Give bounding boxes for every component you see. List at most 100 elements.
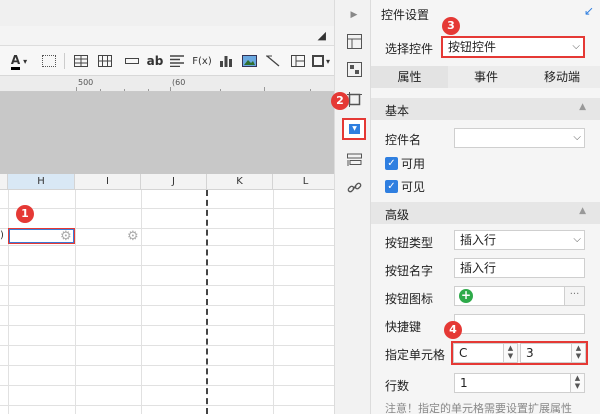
ruler-tick: [100, 89, 101, 91]
button-icon-picker[interactable]: + ···: [454, 286, 585, 306]
control-name-label: 控件名: [385, 133, 422, 147]
step-badge-1: 1: [16, 205, 34, 223]
tab-mobile[interactable]: 移动端: [524, 66, 600, 88]
align-left-icon[interactable]: [168, 51, 186, 71]
button-type-select[interactable]: 插入行 ⌵: [454, 230, 585, 250]
ruler-tick: [170, 87, 171, 91]
chevron-down-icon: ⌵: [572, 41, 580, 52]
bar-chart-icon[interactable]: [217, 51, 235, 71]
collapse-toolbar-icon[interactable]: ◢: [318, 29, 326, 42]
font-color-button[interactable]: A ▾: [6, 51, 32, 71]
spreadsheet-grid[interactable]: H I J K L ) ⚙ ⚙: [0, 174, 334, 414]
cell-overflow-glyph: ): [0, 230, 4, 241]
slash-line-icon[interactable]: [264, 51, 282, 71]
section-basic[interactable]: 基本 ▲: [371, 98, 600, 120]
widget-gear-icon[interactable]: ⚙: [60, 229, 72, 244]
column-header-j[interactable]: J: [141, 174, 207, 190]
button-icon-label: 按钮图标: [385, 292, 434, 306]
column-gridline: [8, 190, 9, 414]
textfield-icon[interactable]: [123, 51, 141, 71]
control-settings-tab[interactable]: ▼: [342, 118, 366, 140]
row-gridline: [0, 265, 334, 266]
target-cell-label: 指定单元格: [385, 348, 446, 362]
target-row-input[interactable]: 3 ▲ ▼: [520, 343, 586, 363]
more-options-button[interactable]: ···: [564, 287, 584, 305]
ruler-mark: (60: [172, 78, 186, 87]
button-name-label: 按钮名字: [385, 264, 434, 278]
canvas-background: [0, 92, 334, 174]
step-badge-2: 2: [331, 92, 349, 110]
grid-icon[interactable]: [96, 51, 114, 71]
column-header-h[interactable]: H: [8, 174, 75, 190]
section-advanced-label: 高级: [385, 208, 410, 222]
tab-properties[interactable]: 属性: [371, 66, 448, 88]
visible-checkbox[interactable]: ✓ 可见: [385, 178, 425, 195]
dropdown-control-icon: ▼: [349, 124, 360, 134]
collapse-arrow-icon[interactable]: ▶: [345, 6, 363, 24]
ruler-tick: [220, 89, 221, 91]
resize-corner-icon[interactable]: ↙: [584, 4, 594, 18]
table-icon[interactable]: [72, 51, 90, 71]
row-count-stepper[interactable]: ▲ ▼: [570, 374, 584, 392]
row-count-value: 1: [460, 376, 468, 390]
button-type-value: 插入行: [460, 233, 497, 247]
tab-events[interactable]: 事件: [448, 66, 524, 88]
select-control-label: 选择控件: [385, 42, 434, 56]
column-stepper[interactable]: ▲ ▼: [503, 344, 517, 362]
mini-toolbar: ◢: [0, 26, 334, 46]
row-gridline: [0, 208, 334, 209]
text-ab-button[interactable]: ab: [145, 51, 165, 71]
section-advanced[interactable]: 高级 ▲: [371, 202, 600, 224]
button-name-value: 插入行: [460, 261, 497, 275]
layout-icon[interactable]: [288, 51, 308, 71]
border-dropdown-button[interactable]: ▾: [310, 51, 332, 71]
section-basic-label: 基本: [385, 104, 410, 118]
target-column-value: C: [459, 346, 468, 360]
row-gridline: [0, 345, 334, 346]
row-gridline: [0, 385, 334, 386]
collapse-caret-icon: ▲: [579, 102, 586, 112]
visible-checkbox-label: 可见: [401, 180, 426, 194]
sheet-editor: ◢ A ▾ ab F(x) ▾ 500 (60 H I J K L) ⚙ ⚙ …: [0, 0, 334, 414]
chevron-down-icon: ⌵: [573, 132, 581, 143]
ruler-tick: [76, 87, 77, 91]
check-icon: ✓: [385, 180, 398, 193]
button-name-input[interactable]: 插入行: [454, 258, 585, 278]
column-gridline: [75, 190, 76, 414]
column-header-l[interactable]: L: [273, 174, 334, 190]
column-header-i[interactable]: I: [75, 174, 141, 190]
row-gridline: [0, 285, 334, 286]
column-header-blank: [0, 174, 8, 190]
widget-gear-icon[interactable]: ⚙: [127, 229, 139, 244]
control-name-field[interactable]: ⌵: [454, 128, 585, 148]
row-gridline: [0, 245, 334, 246]
control-settings-panel: 控件设置 ↙ 3 选择控件 按钮控件 ⌵ 属性 事件 移动端 基本 ▲ 控件名 …: [371, 0, 600, 414]
formula-button[interactable]: F(x): [190, 51, 214, 71]
enabled-checkbox[interactable]: ✓ 可用: [385, 155, 425, 172]
step-badge-4: 4: [444, 321, 462, 339]
add-icon[interactable]: +: [459, 289, 473, 303]
row-gridline: [0, 365, 334, 366]
image-icon[interactable]: [240, 51, 258, 71]
cell-element-icon[interactable]: [345, 60, 363, 78]
column-header-k[interactable]: K: [207, 174, 273, 190]
extension-attribute-note: 注意！指定的单元格需要设置扩展属性: [385, 402, 572, 414]
target-column-input[interactable]: C ▲ ▼: [453, 343, 518, 363]
ruler-tick: [264, 87, 265, 91]
row-gridline: [0, 305, 334, 306]
row-stepper[interactable]: ▲ ▼: [571, 344, 585, 362]
panel-title: 控件设置: [381, 8, 430, 22]
cell-attribute-icon[interactable]: [345, 32, 363, 50]
toolbar-separator: [64, 53, 65, 69]
form-layout-icon[interactable]: [345, 150, 363, 168]
shortcut-input[interactable]: [454, 314, 585, 334]
page-break-line: [206, 190, 208, 414]
select-control-dropdown[interactable]: 按钮控件 ⌵: [441, 36, 585, 58]
row-count-input[interactable]: 1 ▲ ▼: [454, 373, 585, 393]
hyperlink-icon[interactable]: [345, 178, 363, 196]
check-icon: ✓: [385, 157, 398, 170]
dotted-border-icon[interactable]: [40, 51, 58, 71]
enabled-checkbox-label: 可用: [401, 157, 426, 171]
top-strip: [0, 0, 334, 26]
ruler: 500 (60: [0, 76, 334, 92]
